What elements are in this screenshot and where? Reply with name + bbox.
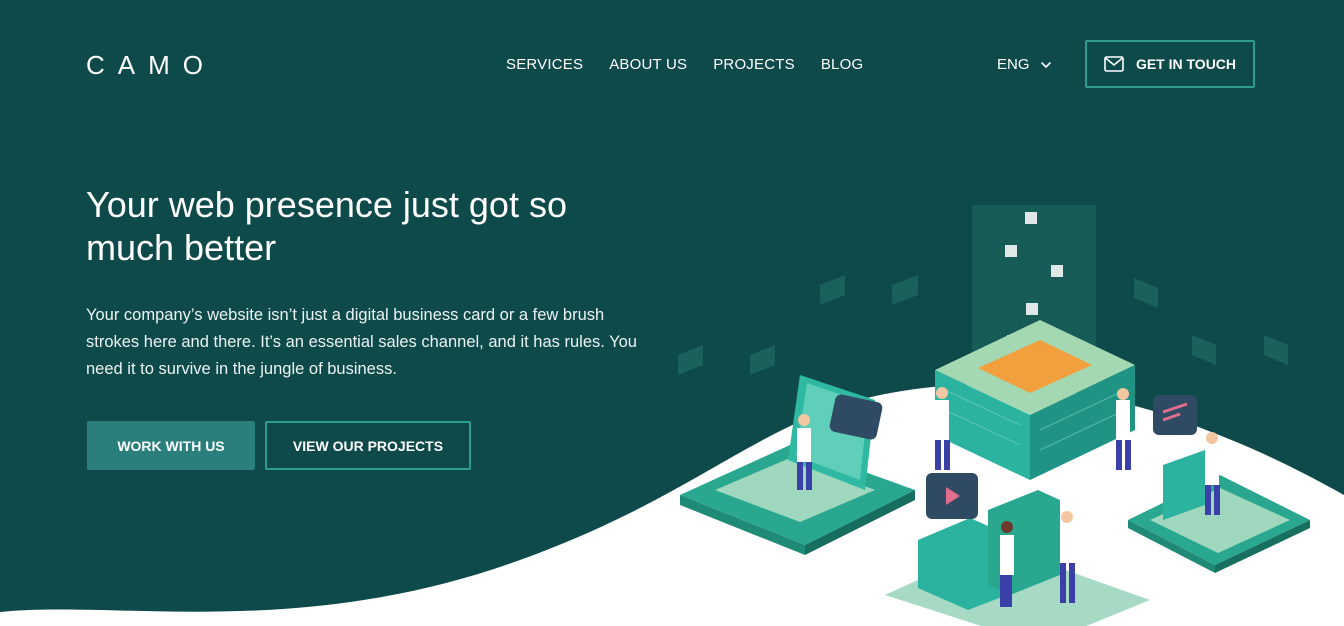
main-nav: SERVICES ABOUT US PROJECTS BLOG (506, 56, 863, 74)
work-with-us-label: WORK WITH US (117, 437, 225, 454)
language-label: ENG (997, 56, 1030, 73)
language-selector[interactable]: ENG (997, 56, 1052, 74)
nav-about-us[interactable]: ABOUT US (609, 56, 687, 74)
hero-illustration (678, 205, 1310, 626)
nav-blog[interactable]: BLOG (821, 56, 863, 74)
logo[interactable]: CAMO (86, 50, 216, 80)
mail-icon (1104, 56, 1124, 72)
chevron-down-icon (1040, 62, 1051, 68)
view-projects-button[interactable]: VIEW OUR PROJECTS (265, 421, 471, 470)
nav-projects[interactable]: PROJECTS (713, 56, 795, 74)
get-in-touch-label: GET IN TOUCH (1135, 56, 1237, 72)
view-projects-label: VIEW OUR PROJECTS (292, 437, 444, 454)
get-in-touch-button[interactable]: GET IN TOUCH (1085, 40, 1255, 88)
site-header: CAMO SERVICES ABOUT US PROJECTS BLOG ENG… (0, 0, 1344, 130)
hero-title: Your web presence just got so much bette… (86, 184, 567, 268)
nav-services[interactable]: SERVICES (506, 56, 583, 74)
work-with-us-button[interactable]: WORK WITH US (87, 421, 255, 470)
hero-description: Your company’s website isn’t just a digi… (86, 306, 637, 378)
